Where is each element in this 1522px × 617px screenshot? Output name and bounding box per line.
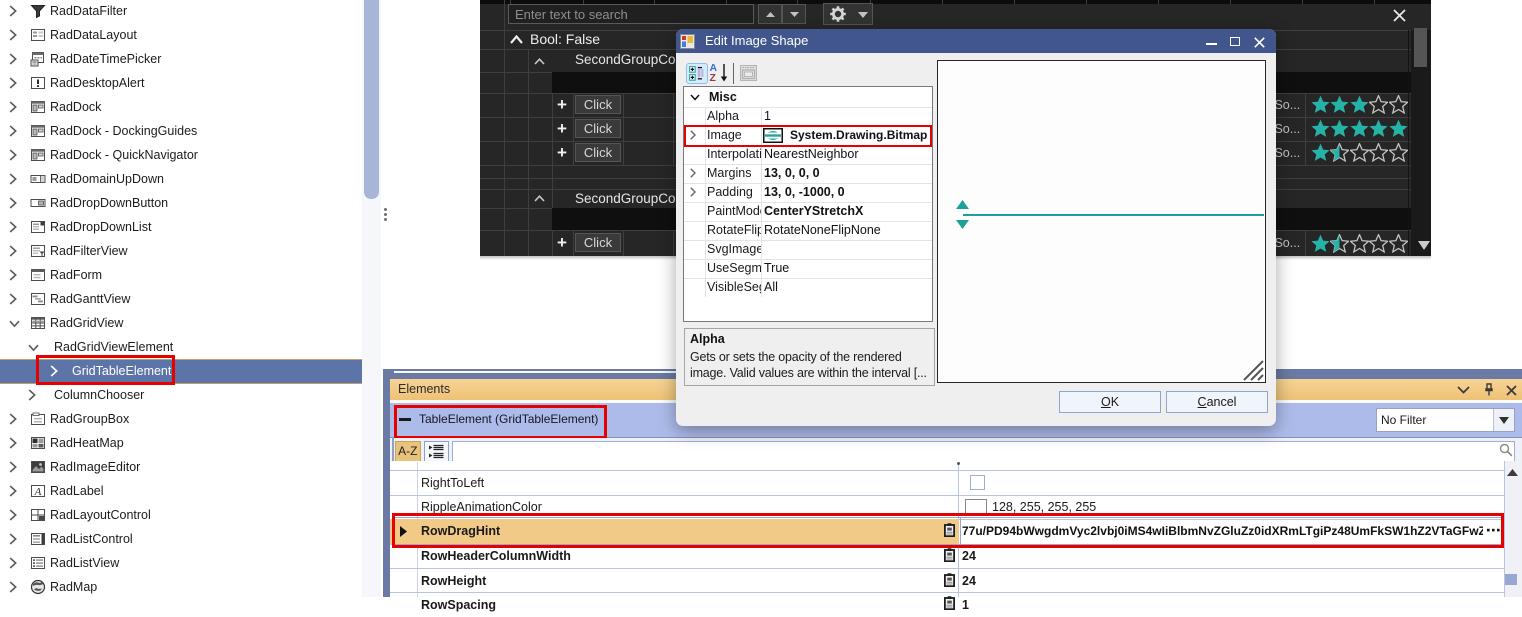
svg-text:A: A (34, 486, 42, 498)
